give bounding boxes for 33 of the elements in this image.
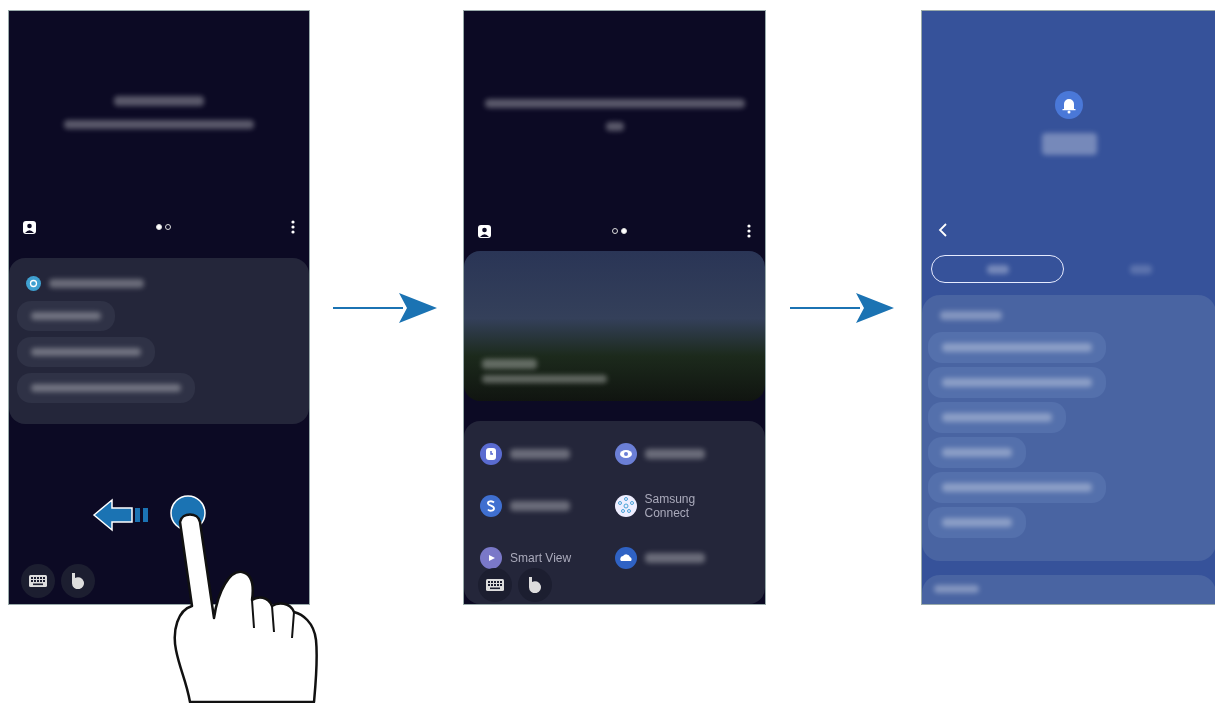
app-label[interactable]: Smart View: [510, 550, 580, 566]
back-icon[interactable]: [938, 222, 948, 238]
keyboard-button[interactable]: [21, 564, 55, 598]
cloud-app-icon[interactable]: [614, 547, 637, 569]
blurred-text: [644, 449, 705, 459]
blurred-heading: [605, 122, 624, 131]
profile-icon[interactable]: [23, 220, 36, 234]
blurred-heading: [1041, 133, 1097, 155]
suggestion-bubble[interactable]: [17, 301, 115, 331]
profile-icon[interactable]: [478, 224, 491, 238]
bell-icon: [1055, 91, 1083, 119]
coin-app-icon[interactable]: [480, 495, 502, 517]
assistant-button[interactable]: [61, 564, 95, 598]
eye-app-icon[interactable]: [614, 443, 637, 465]
keyboard-icon: [486, 579, 504, 591]
more-options-icon[interactable]: [747, 224, 751, 238]
suggestion-bubble[interactable]: [17, 373, 195, 403]
assistant-logo-icon: [71, 573, 85, 589]
page-indicator-dot[interactable]: [620, 228, 627, 234]
keyboard-icon: [29, 575, 47, 587]
network-app-icon[interactable]: [614, 495, 637, 517]
blurred-text: [510, 449, 570, 459]
page-indicator-dot[interactable]: [156, 224, 162, 230]
blurred-text: [510, 501, 570, 511]
app-label[interactable]: Samsung Connect: [644, 491, 715, 521]
more-options-icon[interactable]: [291, 220, 295, 234]
clock-app-icon[interactable]: [480, 443, 502, 465]
chat-icon: [26, 276, 41, 291]
suggestion-bubble[interactable]: [17, 337, 155, 367]
blurred-text: [644, 553, 705, 563]
blurred-text: [940, 311, 1002, 320]
assistant-logo-icon: [528, 577, 542, 593]
cast-app-icon[interactable]: [480, 547, 502, 569]
